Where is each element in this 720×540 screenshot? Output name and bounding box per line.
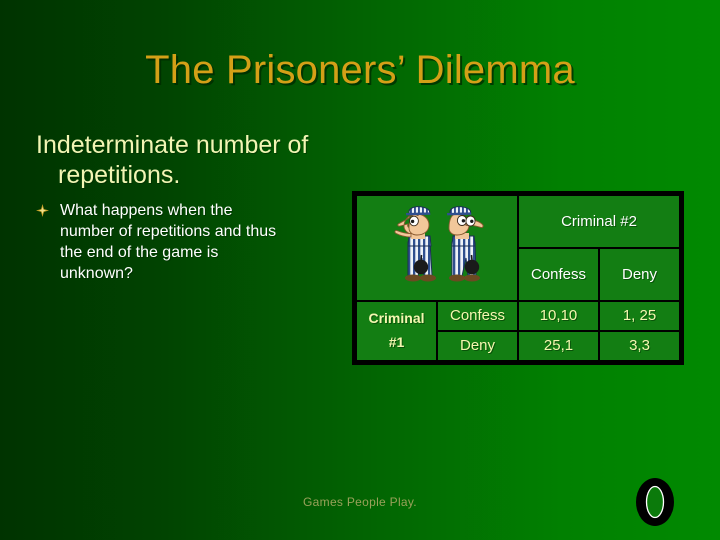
table-row: Criminal #1 Confess 10,10 1, 25 [357,301,679,360]
table-row: Criminal #2 [357,196,679,300]
slide-canvas: The Prisoners’ Dilemma Indeterminate num… [0,0,720,540]
row-header-confess: Confess [438,301,517,330]
payoff-deny-deny: 3,3 [600,331,679,360]
bullet-level1-line1: Indeterminate number of [36,131,309,159]
bullet-level2-line2: number of repetitions and thus [60,223,277,241]
payoff-table: Criminal #2 Confess Deny Criminal #1 Con… [355,194,681,362]
bullet-list: Indeterminate number of repetitions. Wha… [36,131,366,284]
star-bullet-icon [36,204,52,221]
row-player-label-line1: Criminal [368,309,425,326]
two-prisoners-icon [394,205,484,282]
bullet-level2: What happens when the number of repetiti… [36,200,366,284]
bullet-level1: Indeterminate number of repetitions. [36,131,366,190]
payoff-deny-confess: 25,1 [519,331,598,360]
bullet-level2-text: What happens when the number of repetiti… [60,200,276,284]
letter-o-logo-icon [636,478,674,526]
bullet-level2-line4: unknown? [60,265,133,283]
payoff-confess-confess: 10,10 [519,301,598,330]
prisoners-illustration-cell [357,196,517,300]
row-player-label: Criminal #1 [357,301,436,360]
row-player-label-line2: #1 [388,333,405,350]
bullet-level2-line1: What happens when the [60,202,233,219]
footer-text: Games People Play. [303,495,417,509]
col-header-confess: Confess [519,248,598,300]
col-header-deny: Deny [600,248,679,300]
page-title: The Prisoners’ Dilemma [145,48,575,92]
col-player-label: Criminal #2 [519,196,679,247]
payoff-confess-deny: 1, 25 [600,301,679,330]
bullet-level2-line3: the end of the game is [60,244,219,262]
payoff-matrix: Criminal #2 Confess Deny Criminal #1 Con… [352,191,684,365]
bullet-level1-line2: repetitions. [58,160,181,189]
row-header-deny: Deny [438,331,517,360]
